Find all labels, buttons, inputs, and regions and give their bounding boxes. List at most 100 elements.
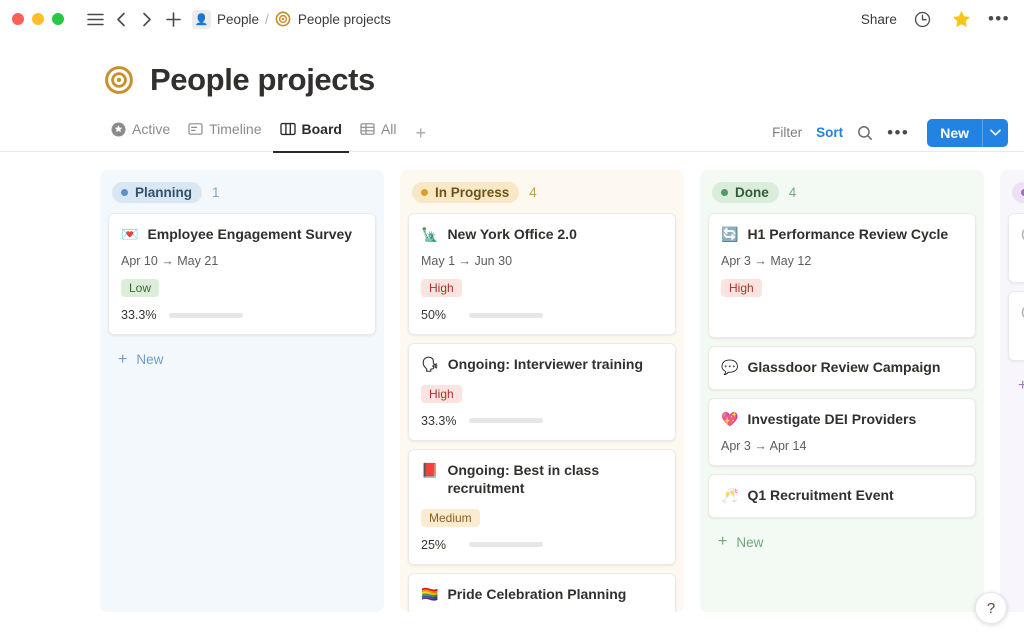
person-badge-icon[interactable]: 👤 [192,9,211,29]
column-status-pill[interactable]: In Progress [412,182,520,203]
help-button[interactable]: ? [975,592,1007,624]
card-title-row: 🔄 H1 Performance Review Cycle [721,225,963,243]
sort-button[interactable]: Sort [816,125,843,140]
tab-board[interactable]: Board [272,117,349,153]
new-button[interactable]: New [927,119,982,147]
board-card[interactable]: 🗽 New York Office 2.0 May 1 → Jun 30 High 50… [408,213,676,336]
column-count: 1 [212,185,220,200]
card-title-row: 🏳️‍🌈 Pride Celebration Planning [421,585,663,603]
priority-badge: High [721,279,762,298]
board-column-done: Done 4 🔄 H1 Performance Review Cycle Apr 3 →… [700,170,984,612]
progress-track [169,312,243,318]
filter-button[interactable]: Filter [772,125,802,140]
column-count: 4 [529,185,537,200]
breadcrumb: 👤 People / People projects [192,9,391,29]
column-header[interactable]: Pa [1008,178,1024,205]
chevron-left-icon[interactable] [108,6,134,32]
add-card-label: New [736,534,764,550]
tab-timeline[interactable]: Timeline [181,117,268,153]
board-card[interactable]: 💬 Glassdoor Review Campaign [708,346,976,390]
column-name: Done [735,185,769,200]
window-controls [12,13,64,25]
love-letter-icon: 💌 [121,226,139,242]
tab-all[interactable]: All [353,117,404,153]
plus-icon[interactable] [160,6,186,32]
column-status-pill[interactable]: Pa [1012,182,1024,203]
board-column-planning: Planning 1 💌 Employee Engagement Survey Apr … [100,170,384,612]
column-status-pill[interactable]: Planning [112,182,202,203]
board-card[interactable]: 📕 Ongoing: Best in class recruitment Mediu… [408,448,676,565]
column-status-pill[interactable]: Done [712,182,779,203]
board-card[interactable]: 💌 Employee Engagement Survey Apr 10 → May … [108,213,376,336]
board-columns-icon [279,122,296,136]
tab-active-label: Active [132,121,171,137]
card-date-range: Apr 3 → Apr 14 [721,439,807,454]
closed-book-icon: 📕 [421,461,439,478]
clock-icon[interactable] [910,6,936,32]
column-header[interactable]: Done 4 [708,178,976,205]
star-icon[interactable] [949,6,975,32]
minimize-window-button[interactable] [32,13,44,25]
column-header[interactable]: In Progress 4 [408,178,676,205]
statue-of-liberty-icon: 🗽 [421,226,439,242]
card-title-row: 🥂 Q1 Recruitment Event [721,486,963,504]
view-tabs: Active Timeline Board All + [104,116,435,153]
view-more-icon[interactable]: ••• [887,124,909,141]
priority-badge: High [421,384,462,403]
status-dot-icon [121,189,128,196]
add-card-button[interactable]: + New [108,343,376,373]
add-card-button[interactable]: +New [1008,369,1024,399]
card-title-row: 💌 Employee Engagement Survey [121,225,363,243]
close-window-button[interactable] [12,13,24,25]
maximize-window-button[interactable] [52,13,64,25]
card-title-row: 💖 Investigate DEI Providers [721,410,963,428]
share-button[interactable]: Share [861,12,897,27]
add-view-button[interactable]: + [408,116,435,152]
chevron-right-icon[interactable] [134,6,160,32]
card-title: H1 Performance Review Cycle [747,226,949,242]
board-card[interactable]: 🏳️‍🌈 Pride Celebration Planning [408,572,676,612]
page-title: People projects [150,62,375,97]
chevron-down-icon[interactable] [982,118,1008,147]
kanban-board: Planning 1 💌 Employee Engagement Survey Apr … [0,152,1024,612]
champagne-glasses-icon: 🥂 [721,487,739,504]
view-toolbar-actions: Filter Sort ••• New [772,118,1008,149]
card-title-row: 📕 Ongoing: Best in class recruitment [421,461,663,498]
card-title-row: 🗣 Ongoing: Interviewer training [421,355,663,373]
timeline-icon [188,122,203,136]
column-header[interactable]: Planning 1 [108,178,376,205]
breadcrumb-page[interactable]: People projects [298,12,391,27]
board-card[interactable]: 🥂 Q1 Recruitment Event [708,474,976,518]
add-card-label: New [136,352,164,368]
tab-active[interactable]: Active [104,117,177,153]
board-card[interactable]: 🔄 H1 Performance Review Cycle Apr 3 → May … [708,213,976,339]
card-title: Pride Celebration Planning [447,585,627,602]
target-icon[interactable] [104,65,134,95]
priority-badge: High [421,279,462,298]
card-title: Ongoing: Best in class recruitment [447,461,600,497]
breadcrumb-separator: / [265,11,269,27]
card-progress: 33.3% [121,308,363,322]
board-card[interactable] [1008,291,1024,361]
board-card[interactable]: 💖 Investigate DEI Providers Apr 3 → Apr 14 [708,397,976,467]
new-button-group: New [927,118,1008,147]
more-horizontal-icon[interactable]: ••• [988,10,1010,27]
view-toolbar: Active Timeline Board All + Filter Sort … [0,116,1024,153]
breadcrumb-workspace[interactable]: People [217,12,259,27]
priority-badge: Low [121,279,160,298]
window-titlebar: 👤 People / People projects Share ••• [0,0,1024,38]
card-title: New York Office 2.0 [447,226,577,242]
progress-track [469,418,543,424]
search-icon[interactable] [857,125,873,141]
board-card[interactable]: 🗣 Ongoing: Interviewer training High 33.3% [408,343,676,441]
progress-value: 25% [421,537,447,552]
hamburger-menu-icon[interactable] [82,6,108,32]
card-progress: 50% [421,308,663,322]
board-card[interactable] [1008,213,1024,283]
rainbow-flag-icon: 🏳️‍🌈 [421,585,439,602]
add-card-button[interactable]: +New [708,526,976,556]
card-date-range: May 1 → Jun 30 [421,254,513,269]
card-date-range: Apr 3 → May 12 [721,254,812,269]
plus-icon: + [118,350,128,368]
card-title: Ongoing: Interviewer training [447,356,644,373]
